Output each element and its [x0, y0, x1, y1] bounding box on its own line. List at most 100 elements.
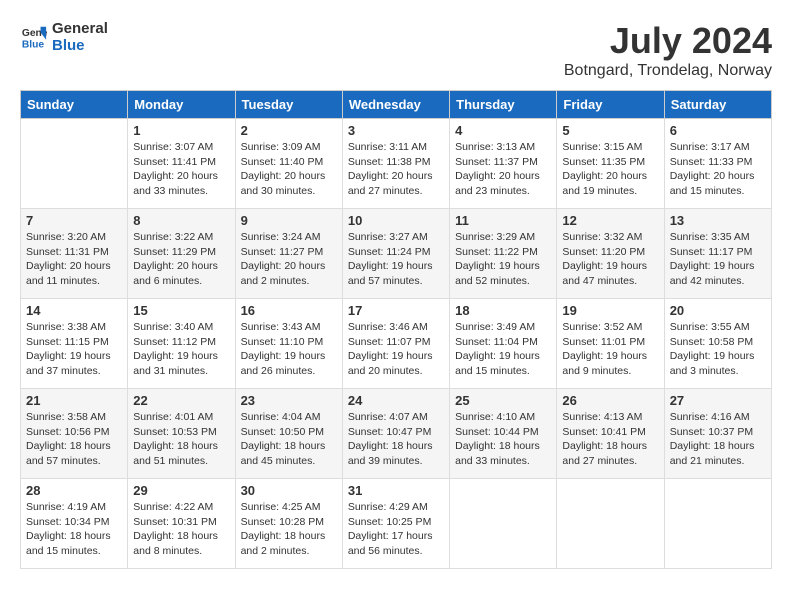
day-info: Sunrise: 3:24 AM Sunset: 11:27 PM Daylig…	[241, 230, 337, 289]
day-number: 10	[348, 213, 444, 228]
logo: General Blue General Blue	[20, 20, 108, 54]
calendar-cell: 3 Sunrise: 3:11 AM Sunset: 11:38 PM Dayli…	[342, 119, 449, 209]
calendar-week-row: 28 Sunrise: 4:19 AM Sunset: 10:34 PM Dayl…	[21, 479, 772, 569]
calendar-cell: 13 Sunrise: 3:35 AM Sunset: 11:17 PM Dayl…	[664, 209, 771, 299]
day-info: Sunrise: 3:43 AM Sunset: 11:10 PM Daylig…	[241, 320, 337, 379]
calendar-cell: 4 Sunrise: 3:13 AM Sunset: 11:37 PM Dayli…	[450, 119, 557, 209]
calendar-cell: 5 Sunrise: 3:15 AM Sunset: 11:35 PM Dayli…	[557, 119, 664, 209]
day-number: 18	[455, 303, 551, 318]
calendar-cell: 29 Sunrise: 4:22 AM Sunset: 10:31 PM Dayl…	[128, 479, 235, 569]
day-info: Sunrise: 3:20 AM Sunset: 11:31 PM Daylig…	[26, 230, 122, 289]
calendar-cell: 14 Sunrise: 3:38 AM Sunset: 11:15 PM Dayl…	[21, 299, 128, 389]
column-header-wednesday: Wednesday	[342, 91, 449, 119]
column-header-tuesday: Tuesday	[235, 91, 342, 119]
logo-general-text: General	[52, 20, 108, 37]
calendar-week-row: 7 Sunrise: 3:20 AM Sunset: 11:31 PM Dayli…	[21, 209, 772, 299]
day-number: 29	[133, 483, 229, 498]
day-info: Sunrise: 4:04 AM Sunset: 10:50 PM Daylig…	[241, 410, 337, 469]
calendar-cell: 20 Sunrise: 3:55 AM Sunset: 10:58 PM Dayl…	[664, 299, 771, 389]
calendar-cell: 26 Sunrise: 4:13 AM Sunset: 10:41 PM Dayl…	[557, 389, 664, 479]
day-number: 20	[670, 303, 766, 318]
calendar-cell	[450, 479, 557, 569]
calendar-cell: 27 Sunrise: 4:16 AM Sunset: 10:37 PM Dayl…	[664, 389, 771, 479]
column-header-saturday: Saturday	[664, 91, 771, 119]
calendar-cell: 22 Sunrise: 4:01 AM Sunset: 10:53 PM Dayl…	[128, 389, 235, 479]
calendar-cell	[664, 479, 771, 569]
day-number: 14	[26, 303, 122, 318]
day-info: Sunrise: 4:01 AM Sunset: 10:53 PM Daylig…	[133, 410, 229, 469]
day-number: 17	[348, 303, 444, 318]
day-number: 24	[348, 393, 444, 408]
day-info: Sunrise: 3:52 AM Sunset: 11:01 PM Daylig…	[562, 320, 658, 379]
day-number: 27	[670, 393, 766, 408]
day-number: 22	[133, 393, 229, 408]
calendar-cell: 12 Sunrise: 3:32 AM Sunset: 11:20 PM Dayl…	[557, 209, 664, 299]
day-number: 15	[133, 303, 229, 318]
column-header-sunday: Sunday	[21, 91, 128, 119]
day-info: Sunrise: 4:29 AM Sunset: 10:25 PM Daylig…	[348, 500, 444, 559]
calendar-cell	[21, 119, 128, 209]
calendar-cell: 1 Sunrise: 3:07 AM Sunset: 11:41 PM Dayli…	[128, 119, 235, 209]
day-number: 12	[562, 213, 658, 228]
day-number: 2	[241, 123, 337, 138]
calendar-cell: 9 Sunrise: 3:24 AM Sunset: 11:27 PM Dayli…	[235, 209, 342, 299]
calendar-cell: 16 Sunrise: 3:43 AM Sunset: 11:10 PM Dayl…	[235, 299, 342, 389]
day-info: Sunrise: 3:32 AM Sunset: 11:20 PM Daylig…	[562, 230, 658, 289]
logo-icon: General Blue	[20, 23, 48, 51]
day-info: Sunrise: 4:19 AM Sunset: 10:34 PM Daylig…	[26, 500, 122, 559]
calendar-cell: 6 Sunrise: 3:17 AM Sunset: 11:33 PM Dayli…	[664, 119, 771, 209]
calendar-cell: 25Sunrise: 4:10 AM Sunset: 10:44 PM Dayl…	[450, 389, 557, 479]
day-info: Sunrise: 3:29 AM Sunset: 11:22 PM Daylig…	[455, 230, 551, 289]
day-info: Sunrise: 3:09 AM Sunset: 11:40 PM Daylig…	[241, 140, 337, 199]
day-number: 3	[348, 123, 444, 138]
day-number: 25	[455, 393, 551, 408]
day-info: Sunrise: 3:49 AM Sunset: 11:04 PM Daylig…	[455, 320, 551, 379]
day-number: 28	[26, 483, 122, 498]
calendar-cell	[557, 479, 664, 569]
calendar-cell: 28 Sunrise: 4:19 AM Sunset: 10:34 PM Dayl…	[21, 479, 128, 569]
column-header-monday: Monday	[128, 91, 235, 119]
day-info: Sunrise: 4:22 AM Sunset: 10:31 PM Daylig…	[133, 500, 229, 559]
day-number: 9	[241, 213, 337, 228]
day-number: 13	[670, 213, 766, 228]
calendar-cell: 11Sunrise: 3:29 AM Sunset: 11:22 PM Dayl…	[450, 209, 557, 299]
day-number: 30	[241, 483, 337, 498]
calendar-cell: 10Sunrise: 3:27 AM Sunset: 11:24 PM Dayl…	[342, 209, 449, 299]
month-title: July 2024	[564, 20, 772, 62]
calendar-cell: 23 Sunrise: 4:04 AM Sunset: 10:50 PM Dayl…	[235, 389, 342, 479]
day-info: Sunrise: 4:13 AM Sunset: 10:41 PM Daylig…	[562, 410, 658, 469]
calendar-cell: 21Sunrise: 3:58 AM Sunset: 10:56 PM Dayl…	[21, 389, 128, 479]
calendar-cell: 2 Sunrise: 3:09 AM Sunset: 11:40 PM Dayli…	[235, 119, 342, 209]
day-info: Sunrise: 4:16 AM Sunset: 10:37 PM Daylig…	[670, 410, 766, 469]
day-info: Sunrise: 3:55 AM Sunset: 10:58 PM Daylig…	[670, 320, 766, 379]
day-info: Sunrise: 3:11 AM Sunset: 11:38 PM Daylig…	[348, 140, 444, 199]
day-info: Sunrise: 4:07 AM Sunset: 10:47 PM Daylig…	[348, 410, 444, 469]
column-header-thursday: Thursday	[450, 91, 557, 119]
day-info: Sunrise: 3:15 AM Sunset: 11:35 PM Daylig…	[562, 140, 658, 199]
calendar-week-row: 14 Sunrise: 3:38 AM Sunset: 11:15 PM Dayl…	[21, 299, 772, 389]
day-number: 8	[133, 213, 229, 228]
day-info: Sunrise: 3:07 AM Sunset: 11:41 PM Daylig…	[133, 140, 229, 199]
svg-text:Blue: Blue	[22, 39, 45, 50]
calendar-table: SundayMondayTuesdayWednesdayThursdayFrid…	[20, 90, 772, 569]
day-number: 4	[455, 123, 551, 138]
day-info: Sunrise: 3:46 AM Sunset: 11:07 PM Daylig…	[348, 320, 444, 379]
calendar-week-row: 1 Sunrise: 3:07 AM Sunset: 11:41 PM Dayli…	[21, 119, 772, 209]
calendar-cell: 17 Sunrise: 3:46 AM Sunset: 11:07 PM Dayl…	[342, 299, 449, 389]
day-info: Sunrise: 3:35 AM Sunset: 11:17 PM Daylig…	[670, 230, 766, 289]
day-info: Sunrise: 4:25 AM Sunset: 10:28 PM Daylig…	[241, 500, 337, 559]
day-number: 26	[562, 393, 658, 408]
logo-blue-text: Blue	[52, 37, 108, 54]
calendar-cell: 15Sunrise: 3:40 AM Sunset: 11:12 PM Dayl…	[128, 299, 235, 389]
day-number: 1	[133, 123, 229, 138]
day-number: 23	[241, 393, 337, 408]
calendar-cell: 31Sunrise: 4:29 AM Sunset: 10:25 PM Dayl…	[342, 479, 449, 569]
day-number: 5	[562, 123, 658, 138]
day-info: Sunrise: 3:38 AM Sunset: 11:15 PM Daylig…	[26, 320, 122, 379]
day-info: Sunrise: 3:58 AM Sunset: 10:56 PM Daylig…	[26, 410, 122, 469]
day-info: Sunrise: 3:17 AM Sunset: 11:33 PM Daylig…	[670, 140, 766, 199]
day-info: Sunrise: 3:13 AM Sunset: 11:37 PM Daylig…	[455, 140, 551, 199]
day-number: 6	[670, 123, 766, 138]
day-number: 16	[241, 303, 337, 318]
day-number: 7	[26, 213, 122, 228]
